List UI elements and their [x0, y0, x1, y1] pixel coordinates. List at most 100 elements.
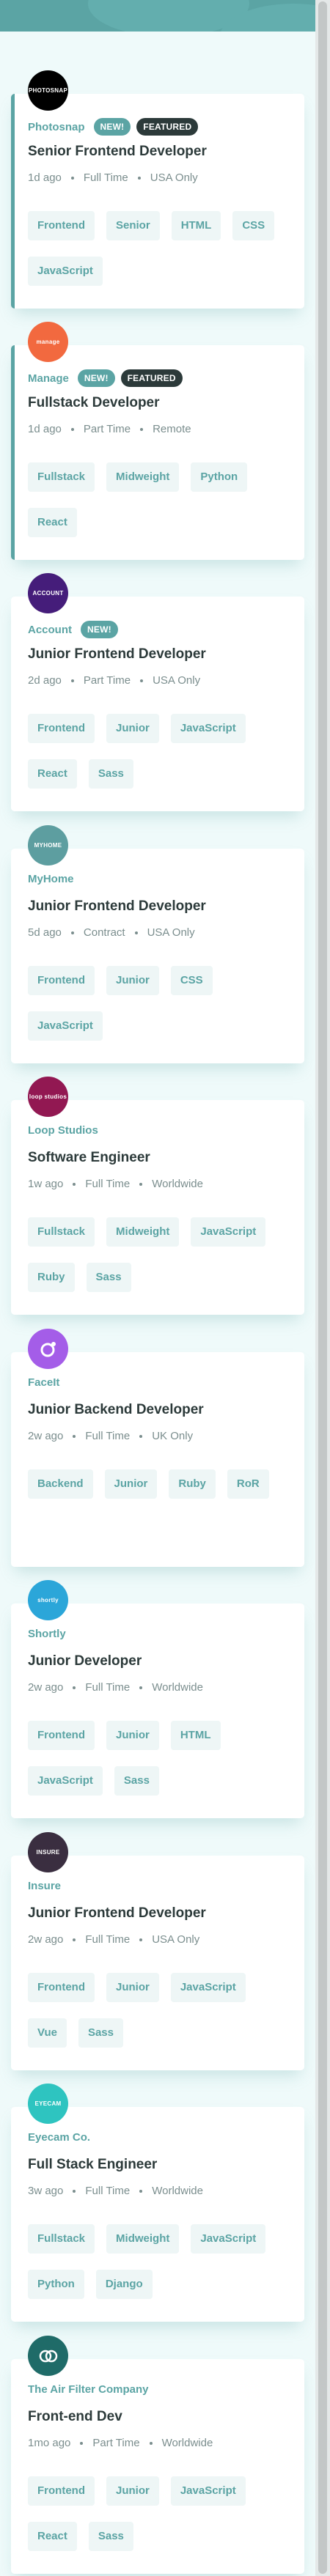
tag-list: Frontend Senior HTML CSS JavaScript [28, 211, 292, 302]
job-location: USA Only [150, 171, 198, 184]
posted-at: 5d ago [28, 926, 62, 939]
filter-tag[interactable]: Junior [106, 2476, 159, 2506]
job-card[interactable]: shortly Shortly Junior Developer 2w ago Full… [11, 1580, 304, 1818]
filter-tag[interactable]: Fullstack [28, 2224, 95, 2254]
job-meta: 1d ago Part Time Remote [28, 423, 191, 435]
job-position-title[interactable]: Junior Backend Developer [28, 1402, 204, 1418]
filter-tag[interactable]: Junior [104, 1469, 158, 1499]
separator-dot [149, 2441, 153, 2445]
filter-tag[interactable]: Midweight [106, 2224, 180, 2254]
featured-badge: FEATURED [136, 118, 199, 136]
filter-tag[interactable]: React [28, 759, 77, 789]
job-card[interactable]: loop studios Loop Studios Software Enginee… [11, 1077, 304, 1315]
job-position-title[interactable]: Front-end Dev [28, 2409, 122, 2425]
scrollbar[interactable] [315, 0, 330, 2576]
filter-tag[interactable]: Frontend [28, 2476, 95, 2506]
separator-dot [70, 931, 74, 934]
filter-tag[interactable]: Frontend [28, 1973, 95, 2002]
job-position-title[interactable]: Junior Frontend Developer [28, 646, 206, 663]
filter-tag[interactable]: JavaScript [170, 2476, 246, 2506]
job-position-title[interactable]: Fullstack Developer [28, 395, 160, 411]
job-position-title[interactable]: Senior Frontend Developer [28, 144, 207, 160]
tag-list: Fullstack Midweight JavaScript Ruby Sass [28, 1217, 292, 1308]
filter-tag[interactable]: Python [191, 462, 248, 492]
tag-list: Frontend Junior HTML JavaScript Sass [28, 1721, 292, 1812]
filter-tag[interactable]: Sass [86, 1263, 131, 1292]
filter-tag[interactable]: Vue [28, 2018, 67, 2048]
myhome-logo-icon: MYHOME [28, 825, 68, 866]
filter-tag[interactable]: Sass [88, 2522, 133, 2551]
company-name: Loop Studios [28, 1124, 98, 1137]
separator-dot [80, 2441, 84, 2445]
job-position-title[interactable]: Junior Frontend Developer [28, 898, 206, 915]
filter-tag[interactable]: Ruby [28, 1263, 75, 1292]
filter-tag[interactable]: Sass [88, 759, 133, 789]
eyecam-logo-icon: EYECAM [28, 2084, 68, 2124]
job-card[interactable]: The Air Filter Company Front-end Dev 1mo a… [11, 2336, 304, 2574]
job-location: Remote [153, 423, 191, 435]
contract-type: Full Time [85, 1933, 131, 1946]
tag-list: Backend Junior Ruby RoR [28, 1469, 292, 1515]
job-card[interactable]: INSURE Insure Junior Frontend Developer 2w … [11, 1832, 304, 2070]
filter-tag[interactable]: Sass [114, 1766, 159, 1796]
separator-dot [139, 1686, 143, 1689]
new-badge: NEW! [81, 621, 118, 638]
filter-tag[interactable]: JavaScript [28, 1766, 103, 1796]
filter-tag[interactable]: Fullstack [28, 1217, 95, 1247]
filter-tag[interactable]: HTML [171, 211, 221, 240]
filter-tag[interactable]: Frontend [28, 714, 95, 743]
job-meta: 2w ago Full Time UK Only [28, 1430, 193, 1442]
filter-tag[interactable]: React [28, 508, 77, 537]
filter-tag[interactable]: Midweight [106, 462, 180, 492]
filter-tag[interactable]: CSS [232, 211, 275, 240]
filter-tag[interactable]: Frontend [28, 1721, 95, 1750]
job-location: Worldwide [152, 2185, 203, 2197]
company-row: The Air Filter Company [28, 2383, 148, 2396]
filter-tag[interactable]: Midweight [106, 1217, 180, 1247]
filter-tag[interactable]: JavaScript [191, 2224, 266, 2254]
filter-tag[interactable]: JavaScript [28, 257, 103, 286]
filter-tag[interactable]: JavaScript [170, 1973, 246, 2002]
job-card[interactable]: EYECAM Eyecam Co. Full Stack Engineer 3w ag… [11, 2084, 304, 2322]
company-name: Manage [28, 372, 69, 385]
filter-tag[interactable]: Sass [78, 2018, 123, 2048]
filter-tag[interactable]: JavaScript [170, 714, 246, 743]
job-position-title[interactable]: Software Engineer [28, 1150, 150, 1166]
tag-list: Frontend Junior CSS JavaScript [28, 966, 292, 1057]
job-card[interactable]: ACCOUNT Account NEW! Junior Frontend Develo… [11, 573, 304, 811]
filter-tag[interactable]: Junior [106, 1973, 159, 2002]
job-card[interactable]: PHOTOSNAP Photosnap NEW! FEATURED Senior Fro… [11, 70, 304, 309]
job-position-title[interactable]: Junior Frontend Developer [28, 1905, 206, 1922]
filter-tag[interactable]: Junior [106, 966, 159, 995]
filter-tag[interactable]: Frontend [28, 966, 95, 995]
separator-dot [70, 679, 74, 682]
filter-tag[interactable]: Junior [106, 714, 159, 743]
separator-dot [139, 2189, 143, 2193]
filter-tag[interactable]: Python [28, 2270, 84, 2299]
filter-tag[interactable]: Backend [28, 1469, 93, 1499]
filter-tag[interactable]: Ruby [169, 1469, 216, 1499]
filter-tag[interactable]: React [28, 2522, 77, 2551]
company-row: FaceIt [28, 1376, 59, 1389]
filter-tag[interactable]: JavaScript [28, 1011, 103, 1041]
job-meta: 1w ago Full Time Worldwide [28, 1178, 203, 1190]
job-card[interactable]: FaceIt Junior Backend Developer 2w ago Full… [11, 1329, 304, 1567]
separator-dot [70, 176, 74, 180]
filter-tag[interactable]: Frontend [28, 211, 95, 240]
filter-tag[interactable]: Django [95, 2270, 153, 2299]
loop-studios-logo-icon: loop studios [28, 1077, 68, 1117]
filter-tag[interactable]: Senior [106, 211, 160, 240]
job-position-title[interactable]: Junior Developer [28, 1653, 142, 1669]
contract-type: Part Time [83, 674, 131, 687]
company-name: MyHome [28, 873, 74, 885]
filter-tag[interactable]: RoR [227, 1469, 269, 1499]
job-card[interactable]: manage Manage NEW! FEATURED Fullstack Develo… [11, 322, 304, 560]
job-position-title[interactable]: Full Stack Engineer [28, 2157, 157, 2173]
filter-tag[interactable]: CSS [170, 966, 213, 995]
filter-tag[interactable]: Junior [106, 1721, 159, 1750]
filter-tag[interactable]: Fullstack [28, 462, 95, 492]
job-card[interactable]: MYHOME MyHome Junior Frontend Developer 5d … [11, 825, 304, 1063]
filter-tag[interactable]: JavaScript [191, 1217, 266, 1247]
filter-tag[interactable]: HTML [170, 1721, 221, 1750]
scrollbar-thumb[interactable] [318, 1, 327, 2574]
